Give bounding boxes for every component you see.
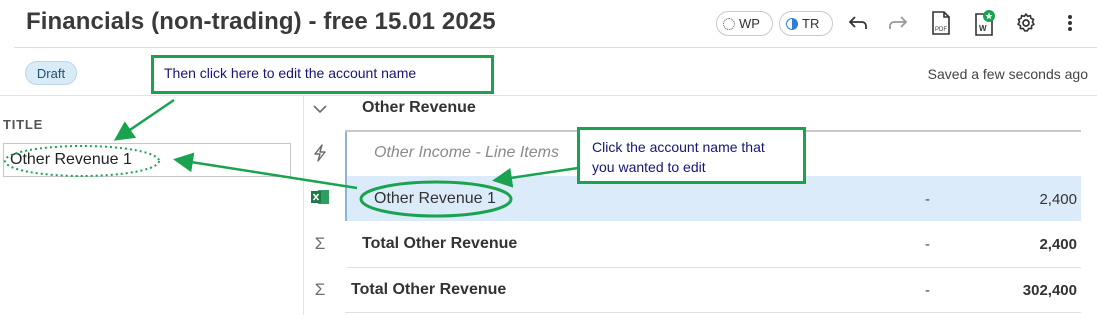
tr-badge-label: TR — [802, 16, 820, 31]
excel-icon[interactable] — [309, 186, 331, 208]
wp-status-icon — [723, 17, 735, 30]
current-value: 302,400 — [1022, 282, 1077, 299]
prior-value: - — [925, 236, 930, 253]
word-export-icon[interactable]: W — [972, 10, 998, 36]
wp-badge-label: WP — [739, 16, 760, 31]
row-label: Other Income - Line Items — [374, 144, 559, 161]
account-name-cell[interactable]: Other Revenue 1 — [374, 190, 496, 208]
row-divider — [345, 312, 1081, 313]
lightning-icon[interactable] — [309, 142, 331, 164]
page-title: Financials (non-trading) - free 15.01 20… — [26, 8, 496, 35]
row-label: Total Other Revenue — [362, 235, 518, 252]
table-row-total[interactable]: Total Other Revenue — [347, 222, 1081, 266]
svg-text:W: W — [979, 24, 987, 33]
undo-icon[interactable] — [845, 10, 871, 36]
header-divider — [14, 47, 1097, 48]
sum-icon[interactable]: Σ — [309, 233, 331, 255]
current-value: 2,400 — [1039, 191, 1077, 208]
title-section-label: TITLE — [3, 117, 44, 132]
table-row-grand-total[interactable]: Total Other Revenue — [345, 268, 1081, 312]
account-title-input[interactable] — [3, 143, 291, 177]
callout-line: Click the account name that — [592, 139, 765, 155]
callout-edit-name: Then click here to edit the account name — [151, 55, 494, 94]
prior-value: - — [925, 191, 930, 208]
tr-status-icon — [786, 17, 798, 30]
pdf-icon[interactable]: PDF — [928, 10, 954, 36]
arrow-to-title — [113, 98, 175, 141]
save-status-text: Saved a few seconds ago — [927, 66, 1088, 82]
svg-text:PDF: PDF — [935, 27, 947, 33]
wp-status-badge[interactable]: WP — [716, 11, 773, 36]
more-vert-icon[interactable] — [1057, 10, 1083, 36]
callout-click-account: Click the account name that you wanted t… — [577, 127, 806, 184]
prior-value: - — [925, 282, 930, 299]
callout-line: you wanted to edit — [592, 159, 706, 175]
sum-icon[interactable]: Σ — [309, 279, 331, 301]
section-header-label: Other Revenue — [362, 99, 476, 116]
current-value: 2,400 — [1039, 236, 1077, 253]
row-label: Total Other Revenue — [351, 281, 507, 298]
tr-status-badge[interactable]: TR — [779, 11, 833, 36]
settings-icon[interactable] — [1013, 10, 1039, 36]
draft-status-badge: Draft — [25, 61, 77, 85]
redo-icon[interactable] — [885, 10, 911, 36]
